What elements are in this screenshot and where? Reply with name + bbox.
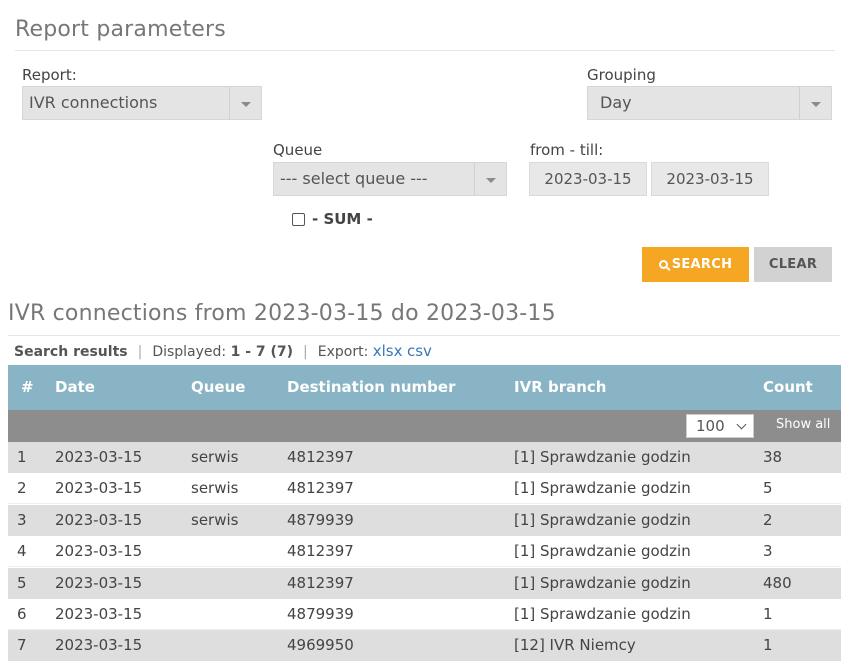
cell-date: 2023-03-15	[55, 448, 143, 466]
cell-date: 2023-03-15	[55, 636, 143, 655]
cell-dest: 4812397	[287, 542, 354, 561]
cell-n: 5	[17, 573, 27, 592]
cell-date: 2023-03-15	[55, 573, 143, 592]
date-range-label: from - till:	[530, 141, 604, 159]
cell-date: 2023-03-15	[55, 542, 143, 561]
grouping-select[interactable]: Day	[587, 86, 832, 120]
cell-branch: [1] Sprawdzanie godzin	[514, 605, 691, 623]
column-header-date[interactable]: Date	[55, 378, 95, 396]
cell-branch: [1] Sprawdzanie godzin	[514, 573, 691, 592]
search-button-label: SEARCH	[671, 257, 733, 272]
chevron-down-icon	[736, 419, 747, 430]
table-row[interactable]: 3 2023-03-15 serwis 4879939 [1] Sprawdzanie …	[8, 504, 841, 536]
queue-select-value: --- select queue ---	[280, 169, 428, 188]
cell-n: 1	[17, 448, 27, 466]
page-size-select[interactable]: 100	[686, 414, 754, 438]
export-xlsx-link[interactable]: xlsx	[373, 342, 403, 360]
cell-n: 2	[17, 479, 27, 498]
cell-dest: 4812397	[287, 573, 354, 592]
cell-queue: serwis	[191, 479, 239, 498]
separator: |	[303, 344, 308, 360]
results-title: IVR connections from 2023-03-15 do 2023-…	[8, 301, 556, 326]
cell-queue: serwis	[191, 510, 239, 529]
search-results-label: Search results	[14, 344, 128, 360]
cell-queue: serwis	[191, 448, 239, 466]
cell-dest: 4969950	[287, 636, 354, 655]
sum-label: - SUM -	[312, 210, 373, 228]
chevron-down-icon	[229, 87, 261, 119]
column-header-count[interactable]: Count	[763, 378, 813, 396]
column-header-destination[interactable]: Destination number	[287, 378, 455, 396]
sum-checkbox[interactable]	[292, 213, 305, 226]
cell-count: 5	[763, 479, 773, 498]
table-row[interactable]: 6 2023-03-15 4879939 [1] Sprawdzanie godzin…	[8, 599, 841, 630]
queue-label: Queue	[273, 141, 323, 159]
cell-n: 3	[17, 510, 27, 529]
cell-date: 2023-03-15	[55, 605, 143, 623]
cell-count: 38	[763, 448, 783, 466]
search-icon	[658, 260, 668, 269]
page-size-value: 100	[696, 417, 725, 435]
show-all-link[interactable]: Show all	[776, 417, 830, 432]
cell-branch: [12] IVR Niemcy	[514, 636, 636, 655]
date-till-input[interactable]: 2023-03-15	[651, 162, 769, 196]
cell-dest: 4879939	[287, 605, 354, 623]
table-row[interactable]: 5 2023-03-15 4812397 [1] Sprawdzanie godzin…	[8, 567, 841, 599]
grouping-label: Grouping	[587, 66, 656, 84]
displayed-label: Displayed:	[152, 344, 227, 360]
displayed-value: 1 - 7 (7)	[230, 344, 294, 360]
column-header-queue[interactable]: Queue	[191, 378, 245, 396]
cell-branch: [1] Sprawdzanie godzin	[514, 479, 691, 498]
cell-count: 480	[763, 573, 792, 592]
report-parameters-title: Report parameters	[15, 17, 226, 42]
divider	[15, 50, 835, 51]
cell-count: 3	[763, 542, 773, 561]
cell-date: 2023-03-15	[55, 479, 143, 498]
results-meta: Search results | Displayed: 1 - 7 (7) | Expo…	[14, 342, 432, 360]
cell-dest: 4812397	[287, 448, 354, 466]
divider	[8, 335, 840, 336]
table-row[interactable]: 2 2023-03-15 serwis 4812397 [1] Sprawdzanie …	[8, 473, 841, 505]
column-header-number[interactable]: #	[21, 378, 34, 396]
report-select[interactable]: IVR connections	[22, 86, 262, 120]
cell-count: 1	[763, 605, 773, 623]
pagination-bar: 100 Show all	[8, 410, 841, 442]
cell-n: 6	[17, 605, 27, 623]
search-button[interactable]: SEARCH	[642, 247, 749, 282]
chevron-down-icon	[799, 87, 831, 119]
column-header-ivr-branch[interactable]: IVR branch	[514, 378, 606, 396]
report-label: Report:	[22, 66, 77, 84]
table-header: # Date Queue Destination number IVR bran…	[8, 365, 841, 410]
date-from-input[interactable]: 2023-03-15	[529, 162, 647, 196]
export-csv-link[interactable]: csv	[407, 342, 432, 360]
separator: |	[137, 344, 143, 360]
report-select-value: IVR connections	[29, 93, 158, 112]
queue-select[interactable]: --- select queue ---	[273, 162, 507, 196]
table-row[interactable]: 1 2023-03-15 serwis 4812397 [1] Sprawdzanie …	[8, 442, 841, 473]
cell-count: 1	[763, 636, 773, 655]
grouping-select-value: Day	[600, 93, 632, 112]
export-label: Export:	[317, 344, 369, 360]
cell-dest: 4879939	[287, 510, 354, 529]
cell-branch: [1] Sprawdzanie godzin	[514, 542, 691, 561]
table-row[interactable]: 4 2023-03-15 4812397 [1] Sprawdzanie godzin…	[8, 536, 841, 568]
cell-n: 4	[17, 542, 27, 561]
clear-button[interactable]: CLEAR	[754, 247, 832, 282]
table-row[interactable]: 7 2023-03-15 4969950 [12] IVR Niemcy 1	[8, 630, 841, 662]
cell-branch: [1] Sprawdzanie godzin	[514, 510, 691, 529]
cell-count: 2	[763, 510, 773, 529]
cell-date: 2023-03-15	[55, 510, 143, 529]
cell-branch: [1] Sprawdzanie godzin	[514, 448, 691, 466]
cell-n: 7	[17, 636, 27, 655]
chevron-down-icon	[474, 163, 506, 195]
cell-dest: 4812397	[287, 479, 354, 498]
